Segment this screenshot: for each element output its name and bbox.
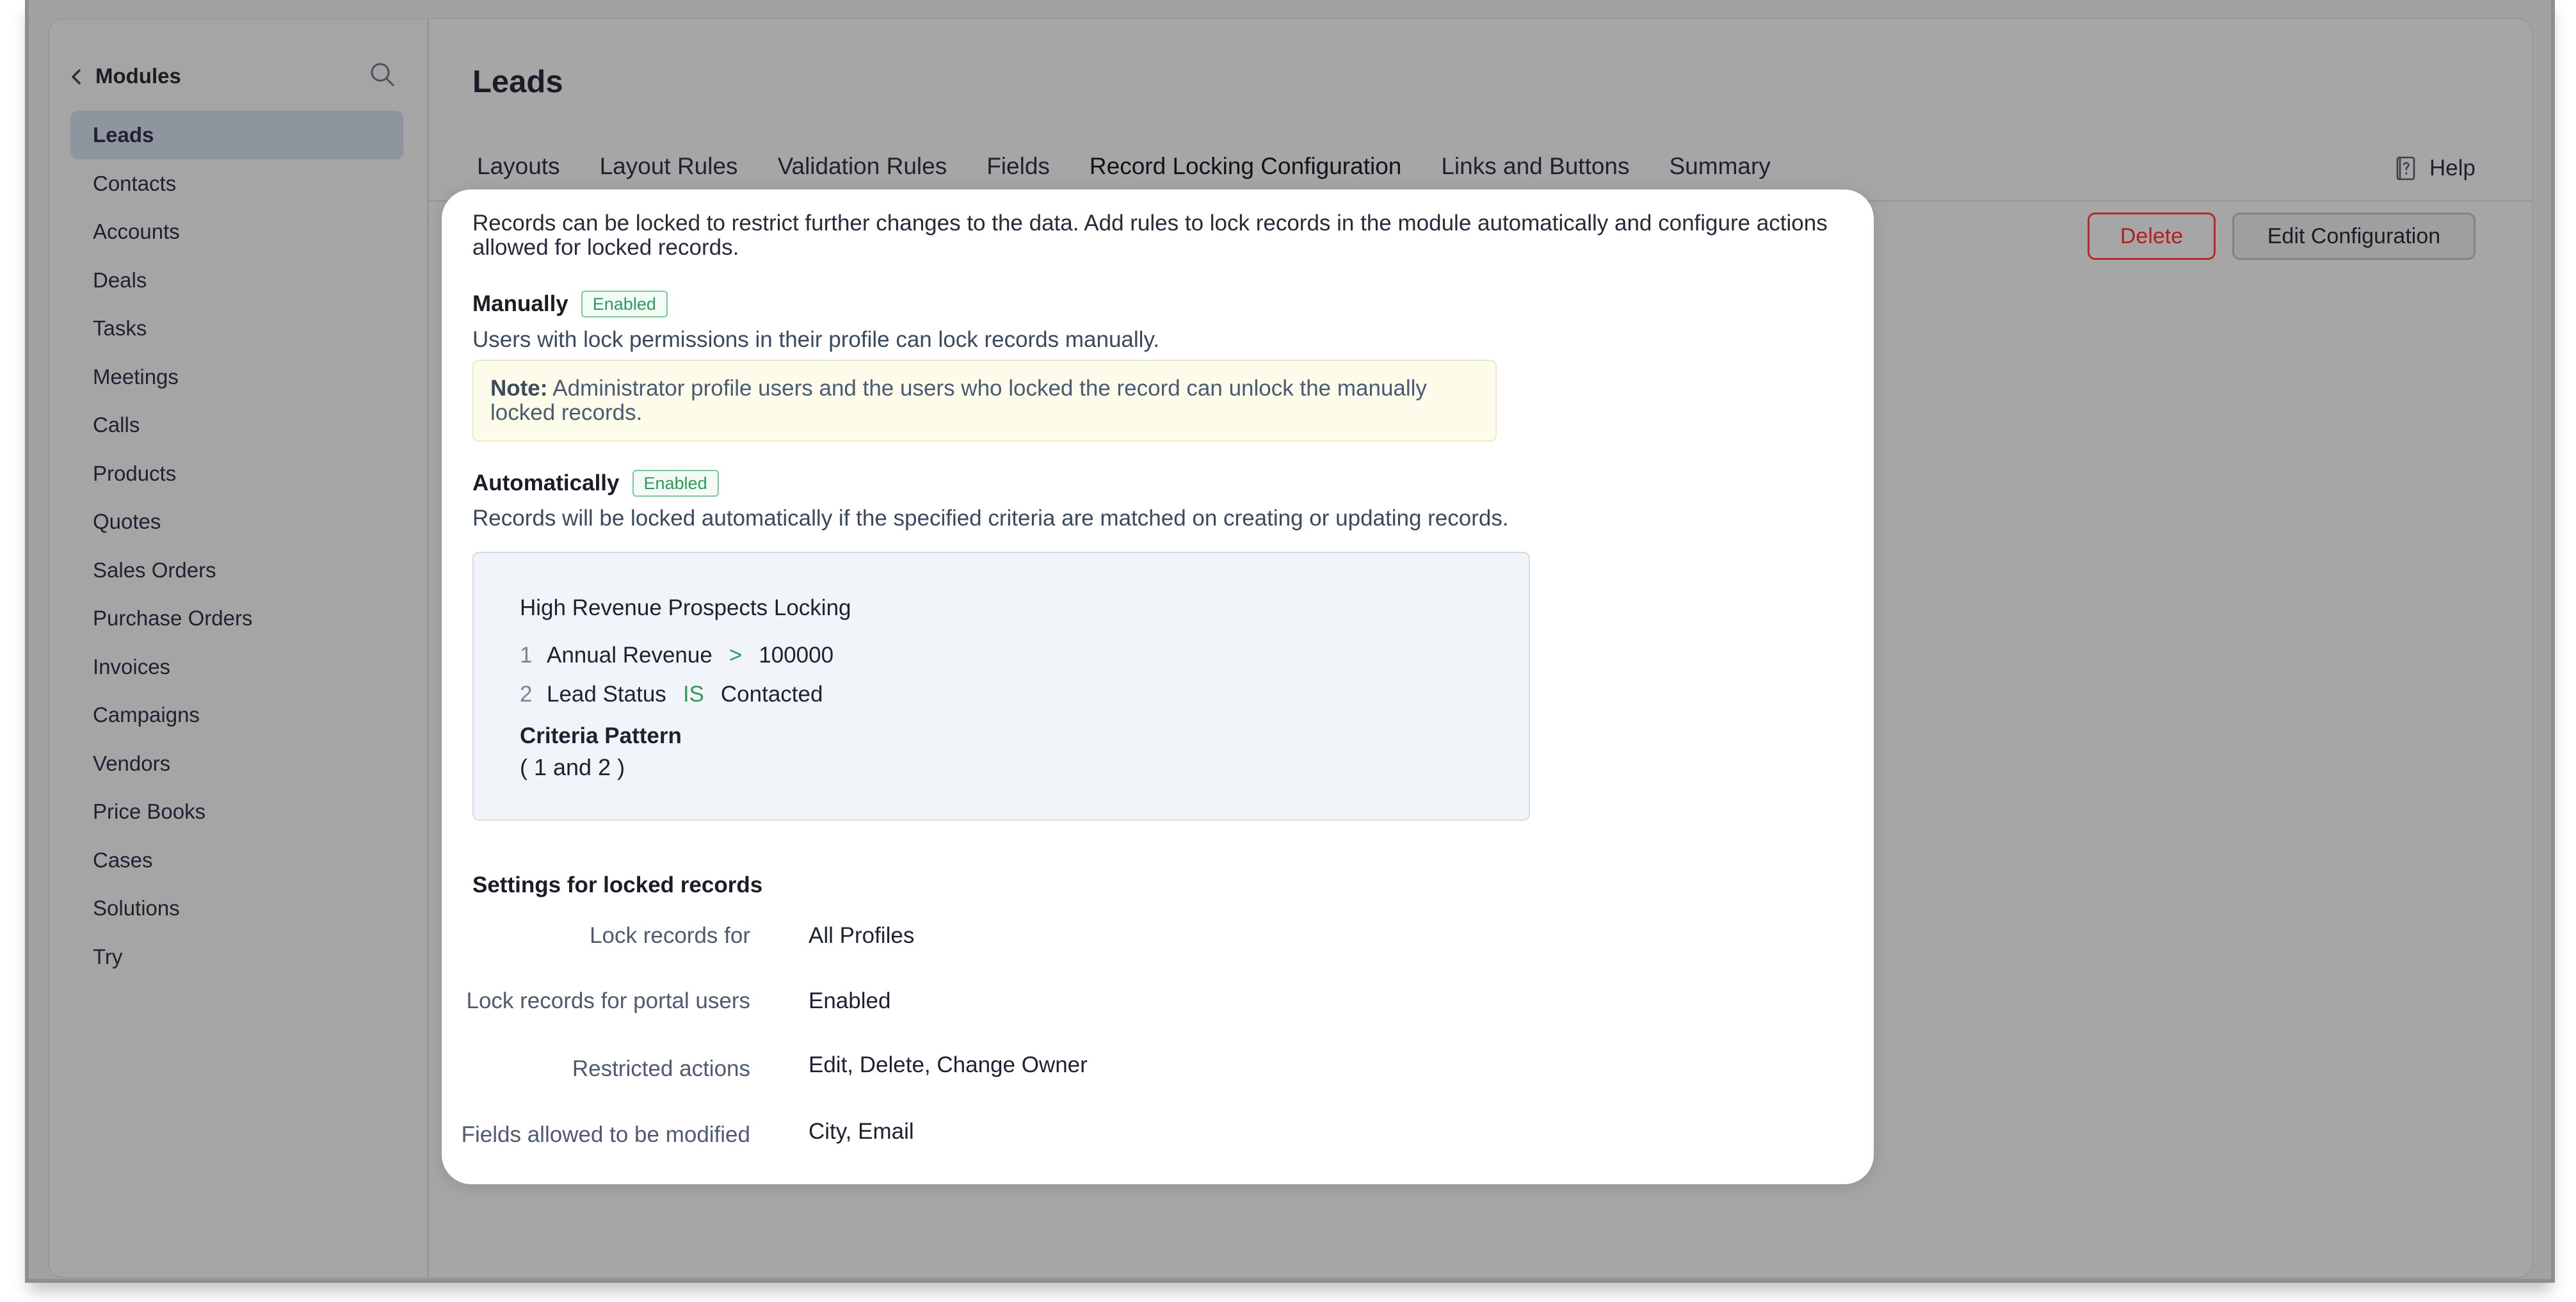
settings-label: Lock records for portal users — [466, 988, 750, 1013]
criteria-field: Annual Revenue — [547, 643, 712, 668]
sidebar-item-calls[interactable]: Calls — [70, 401, 403, 449]
criteria-operator: IS — [682, 682, 704, 707]
rule-name: High Revenue Prospects Locking — [520, 595, 851, 620]
tab-validation-rules[interactable]: Validation Rules — [778, 134, 947, 198]
settings-row: Restricted actions Edit, Delete, Change … — [442, 1052, 1850, 1084]
sidebar-item-try[interactable]: Try — [70, 933, 403, 981]
tab-layouts[interactable]: Layouts — [477, 134, 560, 198]
settings-value: Edit, Delete, Change Owner — [809, 1052, 1088, 1077]
sidebar-item-deals[interactable]: Deals — [70, 256, 403, 305]
sidebar-header: Modules — [49, 58, 427, 96]
page-title: Leads — [472, 65, 563, 99]
criteria-value: 100000 — [759, 643, 834, 668]
tab-fields[interactable]: Fields — [986, 134, 1050, 198]
automatic-status-badge: Enabled — [632, 470, 719, 497]
automatic-section-title: Automatically Enabled — [472, 470, 719, 497]
automatic-title: Automatically — [472, 470, 620, 495]
criteria-box: High Revenue Prospects Locking 1 Annual … — [472, 552, 1530, 821]
settings-label: Fields allowed to be modified — [461, 1122, 750, 1147]
edit-configuration-button[interactable]: Edit Configuration — [2232, 213, 2475, 260]
settings-label: Restricted actions — [572, 1056, 750, 1081]
manual-section-title: Manually Enabled — [472, 291, 668, 317]
intro-text: Records can be locked to restrict furthe… — [472, 211, 1828, 260]
sidebar-item-purchase-orders[interactable]: Purchase Orders — [70, 594, 403, 643]
sidebar-item-sales-orders[interactable]: Sales Orders — [70, 546, 403, 595]
sidebar-item-accounts[interactable]: Accounts — [70, 207, 403, 256]
sidebar-item-vendors[interactable]: Vendors — [70, 739, 403, 788]
tab-summary[interactable]: Summary — [1670, 134, 1771, 198]
settings-title: Settings for locked records — [472, 872, 763, 897]
manual-note: Note: Administrator profile users and th… — [472, 360, 1497, 442]
tab-layout-rules[interactable]: Layout Rules — [600, 134, 738, 198]
settings-row: Lock records for portal users Enabled — [442, 988, 1850, 1020]
help-label: Help — [2429, 156, 2475, 181]
delete-button[interactable]: Delete — [2088, 213, 2216, 260]
help-link[interactable]: Help — [2392, 152, 2475, 184]
note-label: Note: — [490, 376, 548, 401]
sidebar-item-tasks[interactable]: Tasks — [70, 304, 403, 353]
sidebar-item-products[interactable]: Products — [70, 449, 403, 498]
sidebar-item-leads[interactable]: Leads — [70, 111, 403, 159]
settings-value: Enabled — [809, 988, 891, 1013]
module-tabs: Layouts Layout Rules Validation Rules Fi… — [477, 134, 1810, 198]
settings-value: All Profiles — [809, 923, 915, 948]
modules-sidebar: Modules Leads Contacts Accounts Deals Ta… — [49, 19, 429, 1277]
sidebar-title: Modules — [95, 64, 181, 88]
criteria-number: 2 — [520, 682, 533, 707]
sidebar-item-price-books[interactable]: Price Books — [70, 787, 403, 836]
action-buttons: Delete Edit Configuration — [2088, 213, 2475, 260]
record-locking-details-card: Records can be locked to restrict furthe… — [442, 189, 1874, 1184]
automatic-description: Records will be locked automatically if … — [472, 506, 1509, 531]
sidebar-item-cases[interactable]: Cases — [70, 836, 403, 885]
criteria-field: Lead Status — [547, 682, 666, 707]
manual-title: Manually — [472, 291, 568, 316]
settings-label: Lock records for — [590, 923, 750, 948]
settings-row: Fields allowed to be modified City, Emai… — [442, 1119, 1850, 1151]
criteria-pattern-value: ( 1 and 2 ) — [520, 754, 625, 780]
help-book-icon — [2396, 156, 2415, 181]
sidebar-item-campaigns[interactable]: Campaigns — [70, 691, 403, 739]
settings-value: City, Email — [809, 1119, 914, 1144]
criteria-value: Contacted — [720, 682, 823, 707]
sidebar-item-quotes[interactable]: Quotes — [70, 497, 403, 546]
sidebar-item-solutions[interactable]: Solutions — [70, 884, 403, 933]
sidebar-item-meetings[interactable]: Meetings — [70, 353, 403, 401]
criteria-pattern-label: Criteria Pattern — [520, 723, 682, 748]
chevron-left-icon[interactable] — [63, 64, 89, 90]
search-icon[interactable] — [367, 59, 399, 91]
settings-row: Lock records for All Profiles — [442, 923, 1850, 955]
manual-description: Users with lock permissions in their pro… — [472, 327, 1160, 352]
sidebar-item-contacts[interactable]: Contacts — [70, 159, 403, 208]
criteria-number: 1 — [520, 643, 533, 668]
criteria-row: 2 Lead Status IS Contacted — [520, 682, 823, 707]
manual-status-badge: Enabled — [581, 291, 668, 317]
module-list: Leads Contacts Accounts Deals Tasks Meet… — [70, 111, 403, 981]
tab-record-locking-configuration[interactable]: Record Locking Configuration — [1089, 134, 1402, 198]
tab-links-and-buttons[interactable]: Links and Buttons — [1441, 134, 1629, 198]
note-text: Administrator profile users and the user… — [490, 376, 1427, 425]
criteria-operator: > — [729, 643, 743, 668]
sidebar-item-invoices[interactable]: Invoices — [70, 643, 403, 691]
criteria-row: 1 Annual Revenue > 100000 — [520, 643, 833, 668]
